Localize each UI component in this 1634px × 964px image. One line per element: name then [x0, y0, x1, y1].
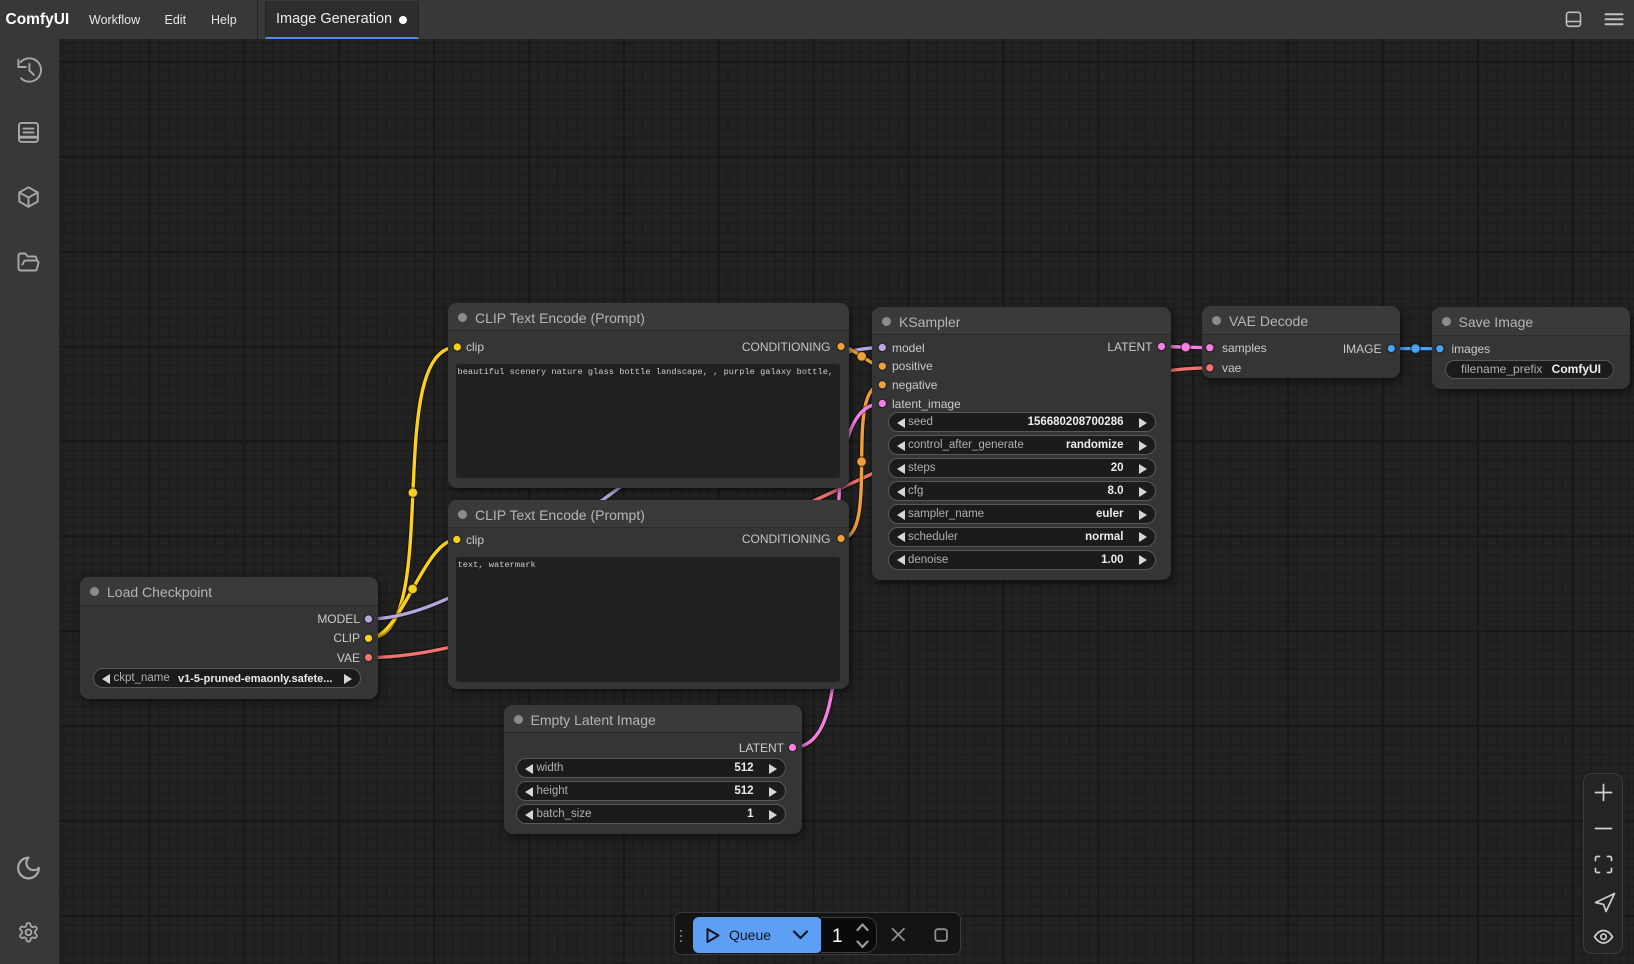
svg-text:1: 1 — [832, 926, 843, 947]
svg-text:Queue: Queue — [729, 927, 771, 943]
